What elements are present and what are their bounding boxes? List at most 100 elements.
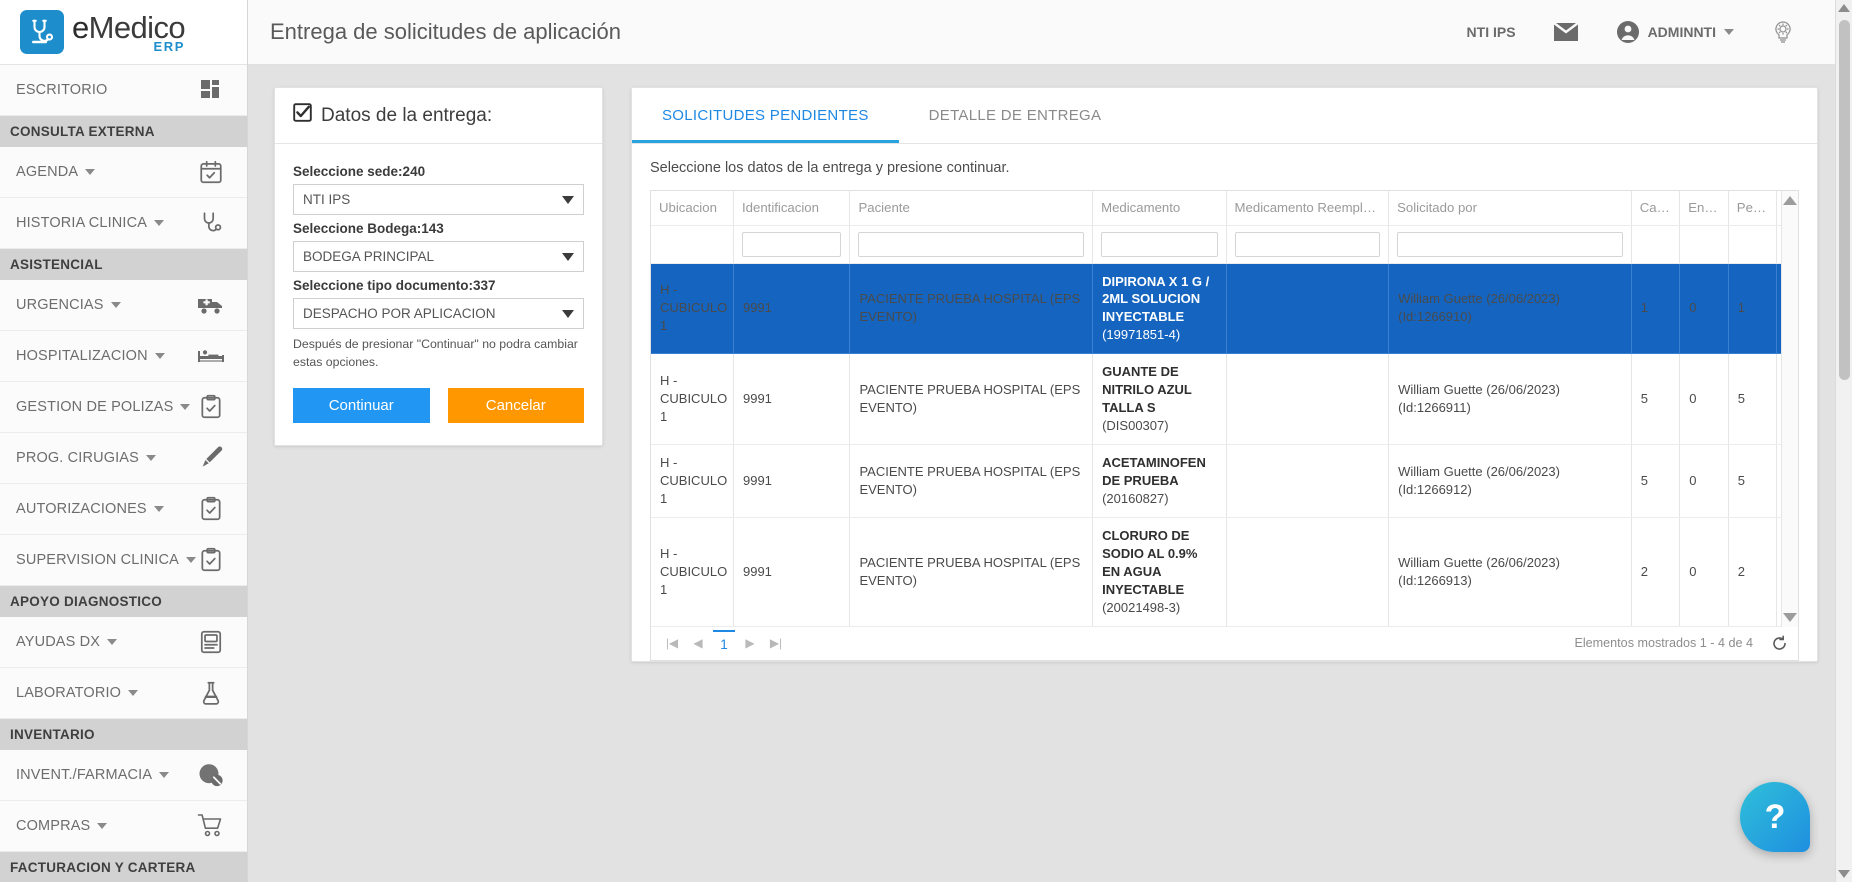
tab-detalle-de-entrega[interactable]: DETALLE DE ENTREGA [899,88,1132,143]
cell-medicamento: GUANTE DE NITRILO AZUL TALLA S (DIS00307… [1092,353,1227,445]
cell-pendiente: 2 [1728,517,1778,627]
sidebar-section-header: APOYO DIAGNOSTICO [0,586,247,617]
cell-cantidad: 5 [1631,353,1681,445]
filter-input-solicitado-por[interactable] [1397,231,1623,257]
scroll-up-icon[interactable] [1838,4,1850,12]
column-header-2[interactable]: Paciente [849,191,1094,226]
column-header-8[interactable]: Pen... [1728,191,1778,226]
scrollbar-thumb[interactable] [1838,20,1850,380]
sidebar-item-invent-farmacia[interactable]: INVENT./FARMACIA [0,750,247,801]
pager-prev-button[interactable]: ◀ [687,632,709,654]
grid-vertical-scrollbar[interactable] [1781,191,1798,627]
column-header-6[interactable]: Can... [1631,191,1681,226]
column-header-7[interactable]: Entr... [1679,191,1729,226]
cell-paciente: PACIENTE PRUEBA HOSPITAL (EPS EVENTO) [849,517,1094,627]
filter-cell-empty-7 [1679,225,1729,264]
column-header-3[interactable]: Medicamento [1092,191,1227,226]
table-row[interactable]: H - CUBICULO 1 9991 PACIENTE PRUEBA HOSPIT… [651,353,1798,445]
stethoscope-icon [20,10,64,54]
dashboard-grid-icon [197,76,225,104]
sidebar-item-escritorio[interactable]: ESCRITORIO [0,65,247,116]
shopping-cart-icon [197,812,225,840]
chevron-down-icon [185,557,196,563]
grid-pager: |◀ ◀ 1 ▶ ▶| Elementos mostrados 1 - 4 de… [650,626,1799,661]
sidebar-item-urgencias[interactable]: URGENCIAS [0,280,247,331]
scroll-down-icon[interactable] [1838,870,1850,878]
field-label-0: Seleccione sede:240 [293,164,426,179]
column-header-1[interactable]: Identificacion [733,191,851,226]
sidebar-item-hospitalizacion[interactable]: HOSPITALIZACION [0,331,247,382]
filter-input-cell-2 [849,225,1094,264]
sidebar-item-gestion-de-polizas[interactable]: GESTION DE POLIZAS [0,382,247,433]
cell-medicamento: ACETAMINOFEN DE PRUEBA (20160827) [1092,444,1227,518]
sidebar-item-historia-clinica[interactable]: HISTORIA CLINICA [0,198,247,249]
medicamento-nombre: ACETAMINOFEN DE PRUEBA [1102,455,1206,488]
cell-identificacion: 9991 [733,444,851,518]
brand-suffix: ERP [153,38,185,54]
table-row[interactable]: H - CUBICULO 1 9991 PACIENTE PRUEBA HOSPIT… [651,263,1798,355]
filter-input-paciente[interactable] [858,231,1085,257]
help-button[interactable]: ? [1740,782,1810,852]
filter-input-identificacion[interactable] [741,231,842,257]
cell-solicitado-por: William Guette (26/06/2023) (Id:1266913) [1388,517,1632,627]
column-header-4[interactable]: Medicamento Reemplazo [1226,191,1390,226]
sidebar-item-supervision-clinica[interactable]: SUPERVISION CLINICA [0,535,247,586]
delivery-hint: Después de presionar "Continuar" no podr… [293,337,578,369]
filter-input-medicamento[interactable] [1101,231,1218,257]
chevron-down-icon [562,195,574,204]
window-scrollbar[interactable] [1835,0,1852,882]
sidebar-section-header: CONSULTA EXTERNA [0,116,247,147]
sidebar-item-label: LABORATORIO [16,685,139,701]
cell-ubicacion: H - CUBICULO 1 [651,353,734,445]
brand-logo-area[interactable]: eMedico ERP [0,0,247,65]
cell-medicamento-reemplazo [1226,517,1390,627]
chevron-down-icon [562,252,574,261]
select-2[interactable]: DESPACHO POR APLICACION [293,298,584,329]
field-label-2: Seleccione tipo documento:337 [293,278,496,293]
table-row[interactable]: H - CUBICULO 1 9991 PACIENTE PRUEBA HOSPIT… [651,517,1798,627]
lightbulb-gear-icon[interactable] [1770,19,1796,45]
column-header-5[interactable]: Solicitado por [1388,191,1632,226]
user-circle-icon [1616,20,1640,44]
sidebar-item-compras[interactable]: COMPRAS [0,801,247,852]
sidebar-item-ayudas-dx[interactable]: AYUDAS DX [0,617,247,668]
select-1[interactable]: BODEGA PRINCIPAL [293,241,584,272]
sidebar-item-label: SUPERVISION CLINICA [16,552,196,568]
cell-identificacion: 9991 [733,353,851,445]
column-header-0[interactable]: Ubicacion [651,191,734,226]
filter-input-medicamento-reemplazo[interactable] [1234,231,1381,257]
pager-page-1[interactable]: 1 [713,630,735,656]
cell-entregado: 0 [1679,263,1729,355]
select-value: BODEGA PRINCIPAL [303,249,435,264]
chevron-down-icon [154,353,165,359]
stethoscope-icon [197,209,225,237]
sidebar-item-label: INVENT./FARMACIA [16,767,170,783]
select-0[interactable]: NTI IPS [293,184,584,215]
continue-button[interactable]: Continuar [293,387,430,423]
scroll-up-icon[interactable] [1783,196,1797,205]
pager-next-button[interactable]: ▶ [739,632,761,654]
grid-header-row: Ubicacion Identificacion Paciente Medicamen… [651,191,1798,226]
cancel-button[interactable]: Cancelar [447,387,584,423]
cell-cantidad: 5 [1631,444,1681,518]
table-row[interactable]: H - CUBICULO 1 9991 PACIENTE PRUEBA HOSPIT… [651,444,1798,518]
scroll-down-icon[interactable] [1783,612,1797,622]
tab-solicitudes-pendientes[interactable]: SOLICITUDES PENDIENTES [632,88,899,143]
sidebar-item-prog-cirugias[interactable]: PROG. CIRUGIAS [0,433,247,484]
user-name: ADMINNTI [1647,24,1716,40]
refresh-icon[interactable] [1771,635,1788,652]
panel-note: Seleccione los datos de la entrega y pre… [650,160,1010,176]
sidebar-item-label: PROG. CIRUGIAS [16,450,156,466]
delivery-data-card: Datos de la entrega: Seleccione sede:240… [274,87,603,446]
pager-last-button[interactable]: ▶| [765,632,787,654]
sidebar-item-laboratorio[interactable]: LABORATORIO [0,668,247,719]
sidebar-item-autorizaciones[interactable]: AUTORIZACIONES [0,484,247,535]
sidebar-item-agenda[interactable]: AGENDA [0,147,247,198]
cell-paciente: PACIENTE PRUEBA HOSPITAL (EPS EVENTO) [849,353,1094,445]
sidebar-item-label: HISTORIA CLINICA [16,215,165,231]
cell-entregado: 0 [1679,353,1729,445]
envelope-icon[interactable] [1552,21,1580,43]
user-menu[interactable]: ADMINNTI [1616,20,1734,44]
pager-first-button[interactable]: |◀ [661,632,683,654]
sidebar-menu: CONSULTA EXTERNA AGENDA HISTORIA CLINICA AS… [0,116,247,882]
